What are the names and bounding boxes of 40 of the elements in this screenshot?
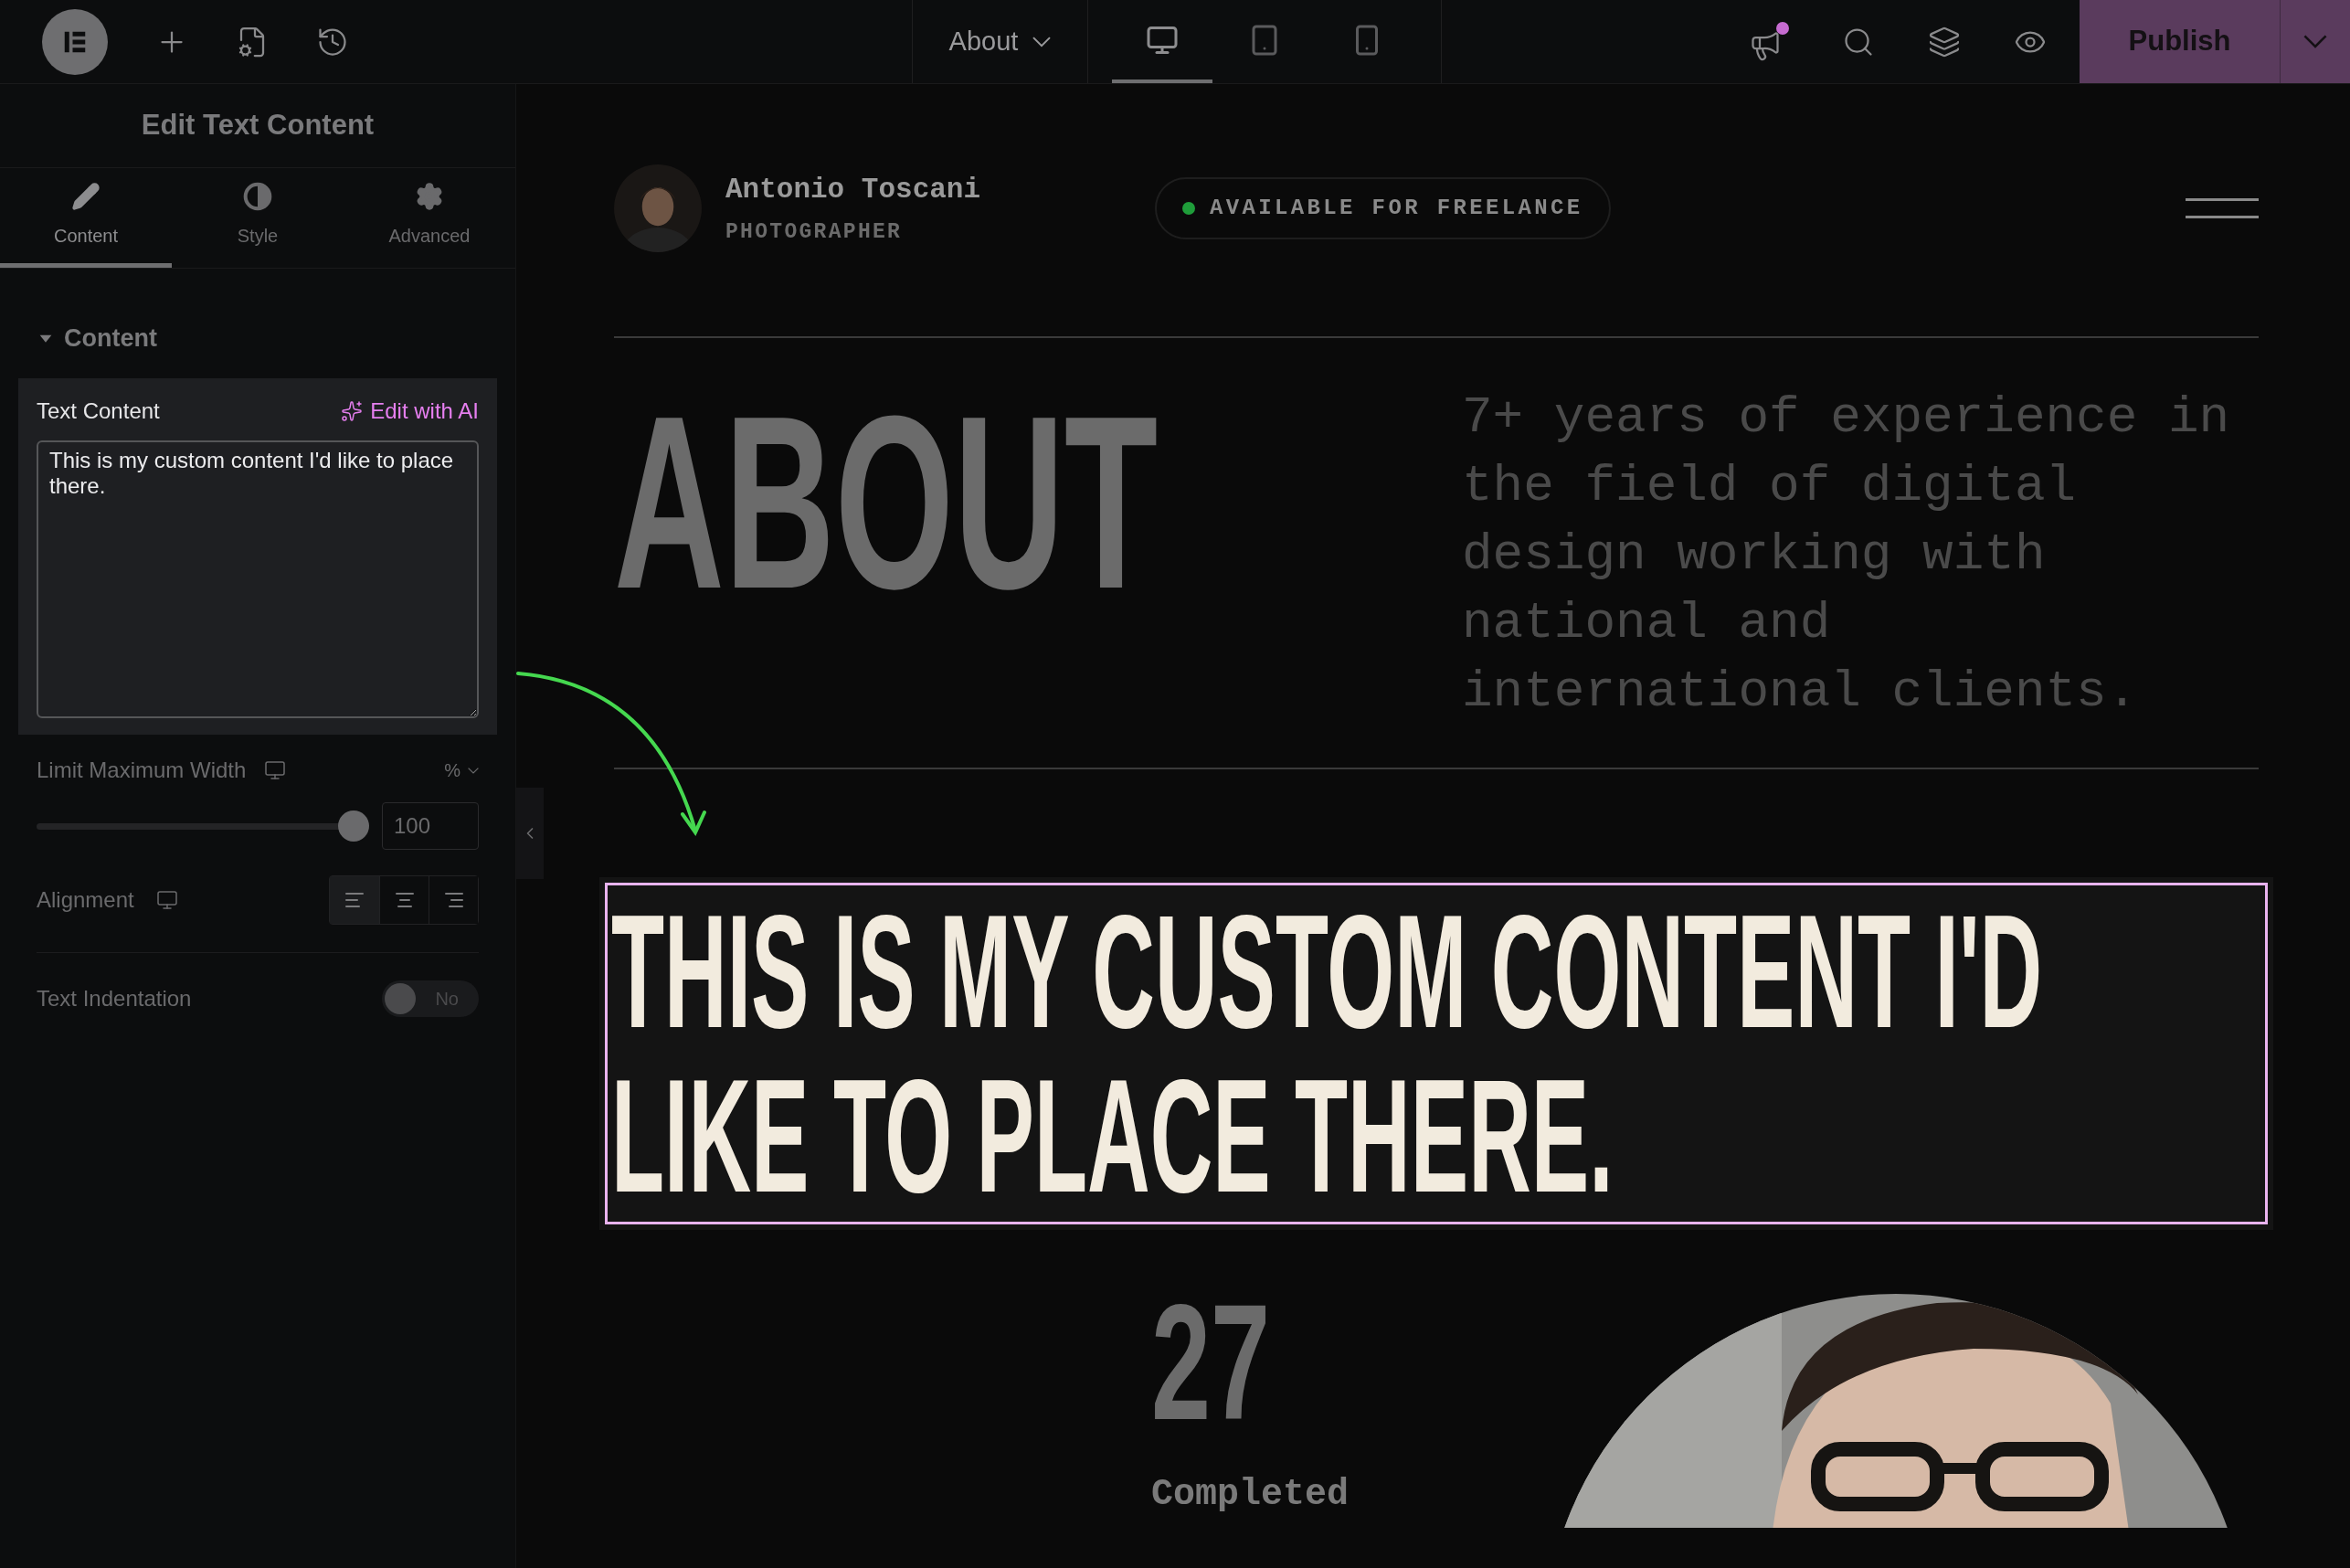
unit-dropdown[interactable]: % [444,757,479,784]
desktop-icon[interactable] [155,889,178,911]
contrast-icon [243,182,272,211]
gear-icon [415,182,444,211]
panel-title: Edit Text Content [141,108,375,143]
menu-icon[interactable] [2186,198,2259,218]
text-content-field[interactable]: This is my custom content I'd like to place there. [37,440,479,718]
field-label: Limit Maximum Width [37,757,247,784]
field-label: Text Indentation [37,985,192,1012]
notifications-icon[interactable] [1749,21,1789,62]
about-heading: ABOUT [614,393,1159,612]
selected-text-widget[interactable]: THIS IS MY CUSTOM CONTENT I'D LIKE TO PLACE THERE. [605,883,2268,1224]
author-role: PHOTOGRAPHER [725,219,904,246]
availability-badge: AVAILABLE FOR FREELANCE [1155,177,1611,239]
layers-icon[interactable] [1928,25,1961,58]
panel-tab[interactable]: Style [172,168,344,268]
field-label: Text Content [37,397,160,425]
desktop-icon[interactable] [264,759,287,781]
chevron-down-icon [1032,36,1052,48]
slider-track[interactable] [37,810,369,842]
panel-tab[interactable]: Content [0,168,172,268]
slider-thumb[interactable] [338,810,369,842]
sparkle-icon [341,400,364,422]
width-input[interactable]: 100 [382,802,479,850]
align-button[interactable] [330,876,379,924]
collapse-panel-handle[interactable] [516,788,544,879]
custom-content-heading: THIS IS MY CUSTOM CONTENT I'D LIKE TO PLACE THERE. [611,889,2044,1218]
chevron-down-icon [468,767,479,774]
section-header[interactable]: Content [0,318,515,358]
stat-label: Completed [1151,1473,1350,1517]
chevron-down-icon [2303,35,2327,48]
edit-with-ai-link[interactable]: Edit with AI [341,395,479,428]
about-description: 7+ years of experience in the field of digital design working with national and international clients. [1462,387,2231,723]
field-label: Alignment [37,886,134,914]
pencil-icon [71,182,101,211]
page-dropdown[interactable]: About [948,21,1052,62]
align-button[interactable] [429,876,478,924]
author-name: Antonio Toscani [725,172,982,207]
stat-number: 27 [1151,1294,1271,1431]
panel-tab[interactable]: Advanced [344,168,515,268]
